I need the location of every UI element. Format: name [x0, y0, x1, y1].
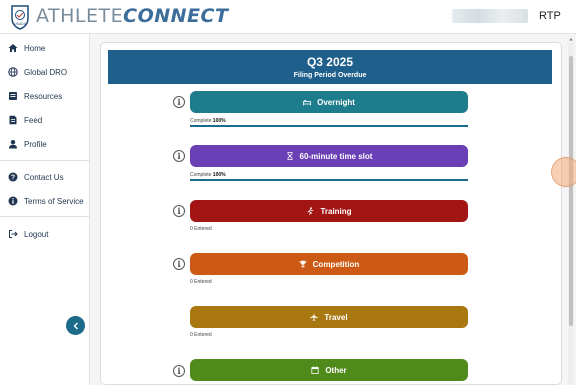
status-label: Complete: [190, 118, 212, 124]
scroll-up-arrow-icon[interactable]: [568, 36, 574, 42]
sixty-minute-time-slot-button[interactable]: 60-minute time slot: [190, 145, 468, 167]
sidebar-item-feed[interactable]: Feed: [0, 110, 90, 130]
category-label: Travel: [324, 312, 348, 322]
category-status: Complete 100%: [190, 172, 226, 178]
sidebar-item-terms-of-service[interactable]: Terms of Service: [0, 191, 90, 211]
cursor-indicator: [551, 157, 576, 187]
sidebar-item-contact-us[interactable]: ? Contact Us: [0, 167, 90, 187]
filing-period-subtitle: Filing Period Overdue: [293, 72, 367, 79]
sidebar-item-label: Logout: [24, 229, 49, 239]
training-button[interactable]: Training: [190, 200, 468, 222]
info-icon[interactable]: i: [173, 205, 185, 217]
sidebar-item-label: Home: [24, 43, 46, 53]
filing-period-title: Q3 2025: [306, 55, 354, 69]
brand-bold-text: CONNECT: [123, 5, 229, 27]
user-icon: [9, 140, 17, 149]
category-label: Competition: [312, 259, 360, 269]
question-icon: ?: [8, 172, 18, 182]
travel-button[interactable]: Travel: [190, 306, 468, 328]
competition-button[interactable]: Competition: [190, 253, 468, 275]
bed-icon: [303, 100, 312, 106]
sidebar-item-global-dro[interactable]: Global DRO: [0, 62, 90, 82]
chevron-left-icon: [73, 322, 78, 329]
sidebar-item-label: Feed: [24, 115, 43, 125]
calendar-icon: [311, 366, 319, 374]
plane-icon: [310, 313, 319, 321]
user-initials[interactable]: RTP: [539, 10, 561, 22]
sidebar-item-label: Global DRO: [24, 67, 68, 77]
brand-wordmark[interactable]: ATHLETECONNECT: [36, 5, 228, 27]
progress-fill: [190, 125, 468, 127]
category-label: Training: [320, 206, 352, 216]
category-label: 60-minute time slot: [299, 151, 373, 161]
home-icon: [8, 44, 18, 52]
scrollbar-thumb[interactable]: [569, 56, 573, 326]
sidebar-divider: [0, 216, 90, 217]
svg-text:?: ?: [11, 175, 15, 182]
progress-fill: [190, 179, 468, 181]
sidebar-collapse-button[interactable]: [66, 316, 85, 335]
other-button[interactable]: Other: [190, 359, 468, 381]
sidebar-item-label: Contact Us: [24, 172, 64, 182]
brand-light-text: ATHLETE: [36, 5, 124, 27]
hourglass-icon: [287, 152, 293, 160]
overnight-button[interactable]: Overnight: [190, 91, 468, 113]
running-icon: [307, 207, 314, 215]
top-bar: USADA ATHLETECONNECT RTP: [0, 0, 576, 34]
sidebar-item-label: Terms of Service: [24, 196, 84, 206]
sidebar-item-label: Profile: [24, 139, 47, 149]
user-name-redacted: [452, 9, 528, 23]
category-status: Complete 100%: [190, 118, 226, 124]
info-circle-icon: [8, 196, 18, 206]
sidebar-item-home[interactable]: Home: [0, 38, 90, 58]
category-status: 0 Entered: [190, 226, 212, 232]
progress-bar: [190, 125, 468, 127]
globe-icon: [8, 67, 18, 77]
sidebar-item-profile[interactable]: Profile: [0, 134, 90, 154]
book-icon: [9, 92, 17, 100]
info-icon[interactable]: i: [173, 150, 185, 162]
status-label: Complete: [190, 172, 212, 178]
status-value: 100%: [212, 172, 226, 178]
sidebar-item-logout[interactable]: Logout: [0, 224, 90, 244]
info-icon[interactable]: i: [173, 96, 185, 108]
progress-bar: [190, 179, 468, 181]
sidebar-item-resources[interactable]: Resources: [0, 86, 90, 106]
logout-icon: [9, 230, 18, 238]
logo-badge-text: USADA: [14, 22, 27, 26]
info-icon[interactable]: i: [173, 365, 185, 377]
category-status: 0 Entered: [190, 332, 212, 338]
trophy-icon: [299, 260, 307, 268]
document-icon: [9, 115, 17, 125]
category-label: Other: [325, 365, 347, 375]
sidebar-item-label: Resources: [24, 91, 63, 101]
category-label: Overnight: [317, 97, 355, 107]
sidebar-divider: [0, 160, 90, 161]
status-value: 100%: [212, 118, 226, 124]
category-status: 0 Entered: [190, 279, 212, 285]
filing-period-header: Q3 2025 Filing Period Overdue: [108, 50, 552, 84]
info-icon[interactable]: i: [173, 258, 185, 270]
usada-logo-icon[interactable]: USADA: [10, 4, 30, 30]
